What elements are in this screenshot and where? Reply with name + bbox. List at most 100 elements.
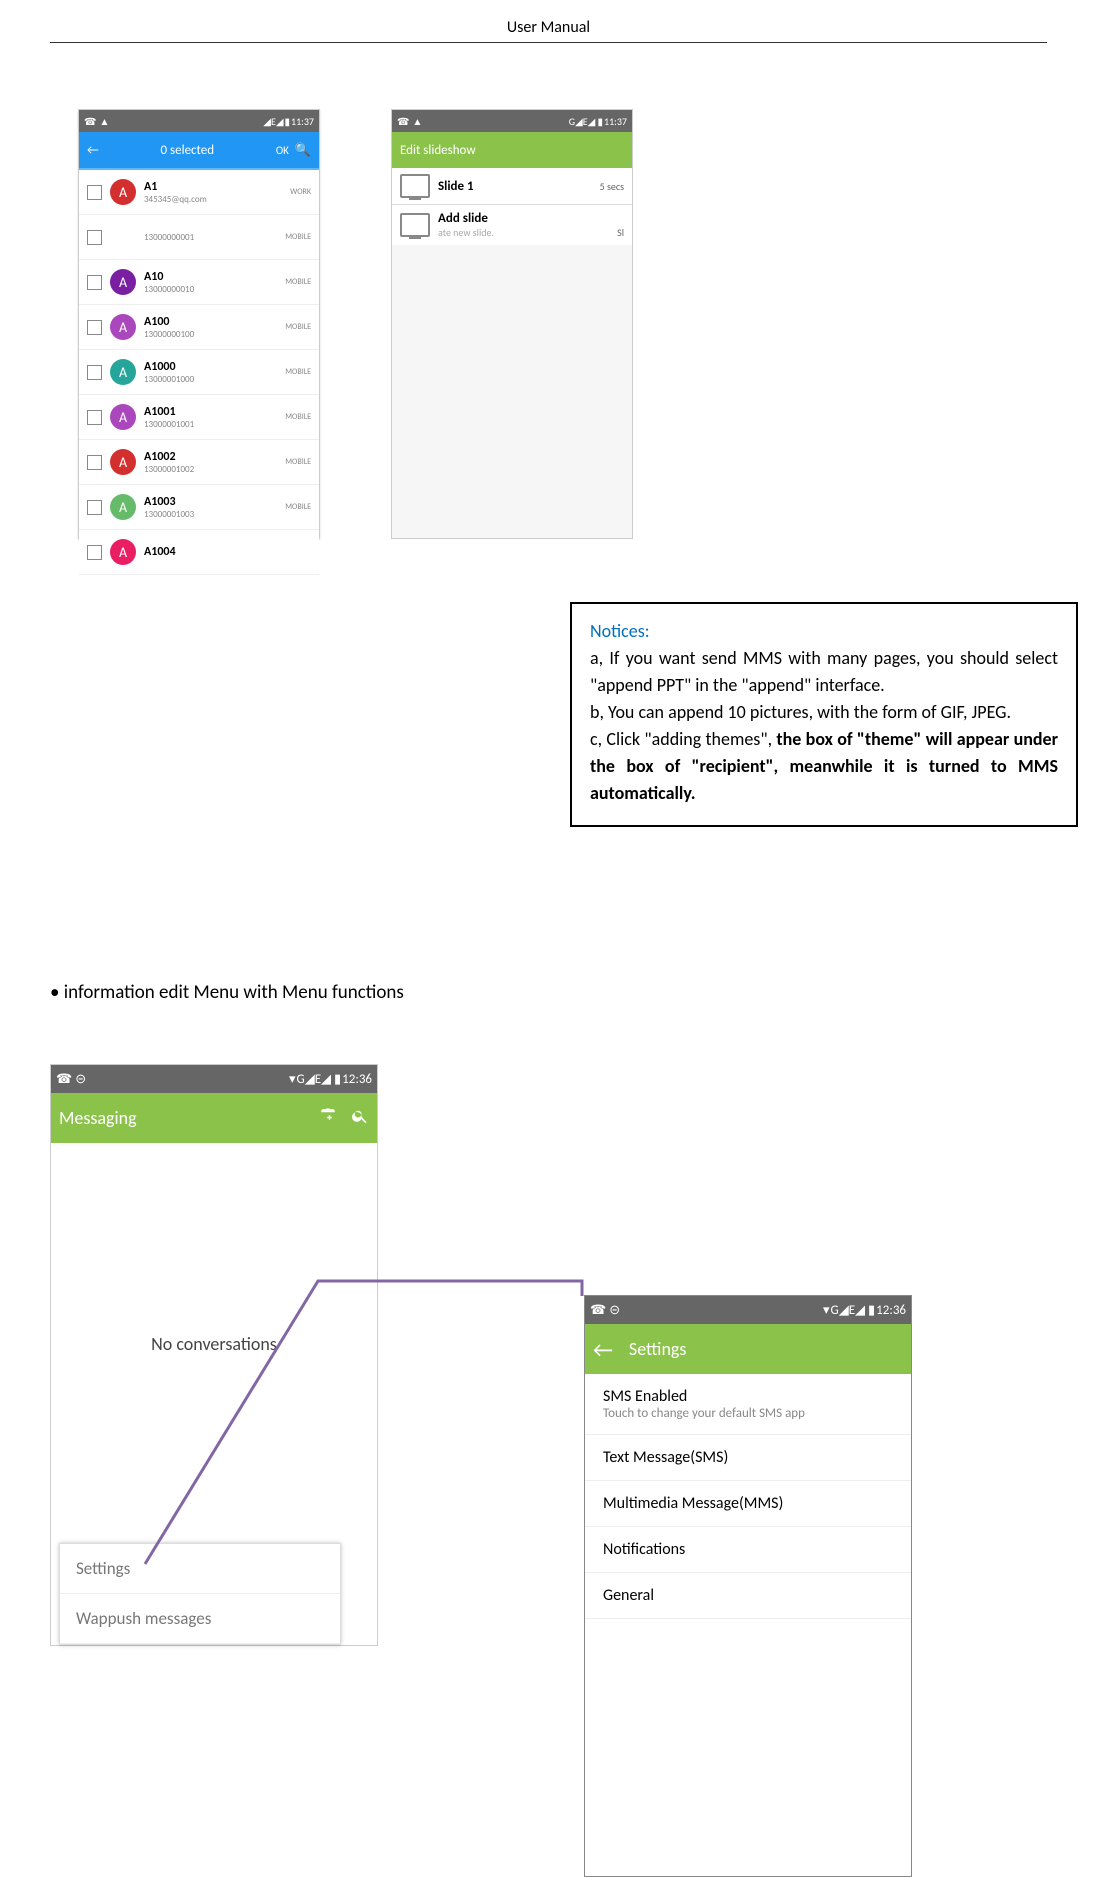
header-rule	[50, 42, 1047, 43]
contact-info: A10013000000100	[144, 315, 285, 340]
contact-info: A100013000001000	[144, 360, 285, 385]
menu-item-settings[interactable]: Settings	[60, 1544, 340, 1594]
ok-button[interactable]: OK	[276, 144, 289, 157]
checkbox-icon[interactable]	[87, 185, 102, 200]
checkbox-icon[interactable]	[87, 275, 102, 290]
signal-icons: G◢E◢ ▮	[831, 1303, 876, 1318]
contact-row[interactable]: A A100213000001002MOBILE	[79, 440, 319, 485]
settings-header: ← Settings	[585, 1324, 911, 1374]
status-time: 12:36	[342, 1072, 372, 1087]
checkbox-icon[interactable]	[87, 410, 102, 425]
avatar: A	[110, 449, 136, 475]
back-icon[interactable]: ←	[593, 1336, 613, 1363]
back-icon[interactable]: ←	[87, 143, 99, 158]
screenshot-edit-slideshow: ☎▲ G◢E◢ ▮11:37 Edit slideshow Slide 1 5 …	[391, 109, 633, 539]
settings-row[interactable]: Multimedia Message(MMS)	[585, 1481, 911, 1527]
contact-row[interactable]: A A1004	[79, 530, 319, 575]
settings-row[interactable]: Text Message(SMS)	[585, 1435, 911, 1481]
status-bar: ☎▲ ◢E◢ ▮ 11:37	[79, 110, 319, 132]
checkbox-icon[interactable]	[87, 320, 102, 335]
avatar: A	[110, 179, 136, 205]
notices-box: Notices: a, If you want send MMS with ma…	[570, 602, 1078, 827]
notice-b: b, You can append 10 pictures, with the …	[590, 701, 1011, 723]
selection-count: 0 selected	[99, 143, 276, 158]
settings-row[interactable]: Notifications	[585, 1527, 911, 1573]
selection-header: ← 0 selected OK 🔍	[79, 132, 319, 168]
status-bar: ☎⊝ ▾G◢E◢ ▮12:36	[585, 1296, 911, 1324]
contact-type: WORK	[290, 187, 311, 197]
phone-icon: ☎	[56, 1072, 72, 1087]
checkbox-icon[interactable]	[87, 500, 102, 515]
contact-row[interactable]: AA100313000001003MOBILE	[79, 485, 319, 530]
warn-icon: ▲	[412, 115, 422, 128]
contact-row[interactable]: AA10013000000100MOBILE	[79, 305, 319, 350]
contact-row[interactable]: AA1013000000010MOBILE	[79, 260, 319, 305]
add-slide-label: Add slide	[438, 211, 624, 226]
add-slide-subtitle: ate new slide.	[438, 226, 617, 239]
signal-icons: ◢E◢	[263, 115, 283, 128]
slideshow-title: Edit slideshow	[400, 143, 476, 158]
settings-row[interactable]: SMS EnabledTouch to change your default …	[585, 1374, 911, 1435]
slide-duration: 5 secs	[600, 180, 624, 193]
contact-info: A100113000001001	[144, 405, 285, 430]
battery-icon: ▮	[285, 115, 291, 128]
notice-a: a, If you want send MMS with many pages,…	[590, 645, 1058, 699]
contact-info: A1004	[144, 545, 311, 559]
messaging-header: Messaging	[51, 1093, 377, 1143]
contact-type: MOBILE	[285, 412, 311, 422]
wifi-icon: ▾	[289, 1072, 296, 1087]
contact-info: 13000000001	[144, 232, 285, 243]
empty-state: No conversations	[51, 1143, 377, 1355]
status-time: 11:37	[291, 115, 314, 128]
status-bar: ☎⊝ ▾G◢E◢ ▮12:36	[51, 1065, 377, 1093]
avatar: A	[110, 539, 136, 565]
contact-type: MOBILE	[285, 502, 311, 512]
options-popup: Settings Wappush messages	[59, 1543, 341, 1645]
dnd-icon: ⊝	[75, 1072, 86, 1087]
contact-type: MOBILE	[285, 322, 311, 332]
warn-icon: ▲	[99, 115, 109, 128]
slide-icon	[400, 174, 430, 198]
checkbox-icon[interactable]	[87, 365, 102, 380]
slide-row[interactable]: Slide 1 5 secs	[392, 168, 632, 205]
contact-info: A1345345@qq.com	[144, 180, 290, 205]
phone-icon: ☎	[84, 115, 96, 128]
slideshow-header: Edit slideshow	[392, 132, 632, 168]
status-time: 12:36	[876, 1303, 906, 1318]
contact-row[interactable]: A A100113000001001MOBILE	[79, 395, 319, 440]
contact-row[interactable]: 13000000001MOBILE	[79, 215, 319, 260]
compose-icon[interactable]	[319, 1107, 337, 1130]
contact-type: MOBILE	[285, 232, 311, 242]
contact-row[interactable]: A A1345345@qq.comWORK	[79, 170, 319, 215]
contact-info: A100213000001002	[144, 450, 285, 475]
contact-type: MOBILE	[285, 367, 311, 377]
notices-title: Notices:	[590, 620, 650, 642]
menu-item-wappush[interactable]: Wappush messages	[60, 1594, 340, 1644]
signal-icons: G◢E◢ ▮	[297, 1072, 342, 1087]
status-time: 11:37	[604, 115, 627, 128]
avatar: A	[110, 404, 136, 430]
messaging-title: Messaging	[59, 1107, 319, 1129]
contact-row[interactable]: A A100013000001000MOBILE	[79, 350, 319, 395]
screenshot-contacts-select: ☎▲ ◢E◢ ▮ 11:37 ← 0 selected OK 🔍 A A13453…	[78, 109, 320, 539]
settings-title: Settings	[629, 1338, 687, 1360]
search-icon[interactable]	[351, 1107, 369, 1130]
contacts-list: AA1345345@qq.comWORK13000000001MOBILEAA1…	[79, 170, 319, 575]
wifi-icon: ▾	[823, 1303, 830, 1318]
checkbox-icon[interactable]	[87, 545, 102, 560]
contact-info: A100313000001003	[144, 495, 285, 520]
settings-row[interactable]: General	[585, 1573, 911, 1619]
signal-icons: G◢E◢ ▮	[569, 115, 603, 128]
settings-list: SMS EnabledTouch to change your default …	[585, 1374, 911, 1619]
checkbox-icon[interactable]	[87, 230, 102, 245]
phone-icon: ☎	[397, 115, 409, 128]
phone-icon: ☎	[590, 1303, 606, 1318]
section-bullet: • information edit Menu with Menu functi…	[50, 981, 404, 1004]
contact-type: MOBILE	[285, 457, 311, 467]
add-slide-row[interactable]: Add slide ate new slide.Sl	[392, 205, 632, 245]
avatar: A	[110, 359, 136, 385]
contact-info: A1013000000010	[144, 270, 285, 295]
checkbox-icon[interactable]	[87, 455, 102, 470]
search-icon[interactable]: 🔍	[295, 143, 311, 158]
notice-c: c, Click "adding themes", the box of "th…	[590, 726, 1058, 807]
